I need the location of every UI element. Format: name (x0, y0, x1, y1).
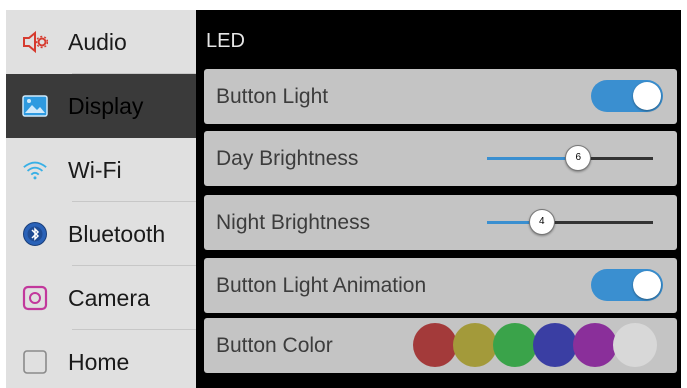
button-light-animation-label: Button Light Animation (216, 274, 427, 297)
night-brightness-row: Night Brightness 4 (204, 195, 677, 250)
sidebar-item-wifi[interactable]: Wi-Fi (6, 138, 196, 202)
button-light-toggle[interactable] (591, 80, 663, 112)
toggle-knob (633, 82, 661, 110)
color-swatches (413, 323, 657, 367)
sidebar-item-label: Audio (68, 28, 127, 55)
sidebar-item-label: Bluetooth (68, 220, 166, 247)
color-swatch-1[interactable] (453, 323, 497, 367)
sidebar-item-audio[interactable]: Audio (6, 10, 196, 74)
button-light-row: Button Light (204, 69, 677, 124)
sidebar-item-display[interactable]: Display (6, 74, 196, 138)
color-swatch-3[interactable] (533, 323, 577, 367)
sidebar: Audio Display Wi-Fi Bluetooth Camera Hom… (6, 10, 196, 388)
day-brightness-label: Day Brightness (216, 147, 359, 170)
main-panel: LED Button Light Day Brightness 6 Night … (196, 10, 681, 388)
sidebar-item-label: Home (68, 348, 130, 375)
button-color-row: Button Color (204, 318, 677, 373)
speaker-gear-icon (22, 29, 48, 55)
button-light-animation-toggle[interactable] (591, 269, 663, 301)
sidebar-item-label: Wi-Fi (68, 156, 122, 183)
day-brightness-row: Day Brightness 6 (204, 131, 677, 186)
color-swatch-0[interactable] (413, 323, 457, 367)
bluetooth-icon (22, 221, 48, 247)
button-color-label: Button Color (216, 334, 333, 357)
sidebar-item-label: Camera (68, 284, 150, 311)
color-swatch-5[interactable] (613, 323, 657, 367)
image-icon (22, 93, 48, 119)
sidebar-item-bluetooth[interactable]: Bluetooth (6, 202, 196, 266)
color-swatch-4[interactable] (573, 323, 617, 367)
button-light-animation-row: Button Light Animation (204, 258, 677, 313)
section-title: LED (206, 30, 245, 52)
slider-thumb[interactable]: 4 (528, 209, 555, 235)
night-brightness-slider[interactable]: 4 (487, 209, 653, 235)
square-icon (22, 349, 48, 375)
color-swatch-2[interactable] (493, 323, 537, 367)
sidebar-item-label: Display (68, 92, 144, 119)
toggle-knob (633, 271, 661, 299)
sidebar-item-home[interactable]: Home (6, 330, 196, 388)
settings-window: Audio Display Wi-Fi Bluetooth Camera Hom… (6, 10, 681, 388)
day-brightness-slider[interactable]: 6 (487, 145, 653, 171)
wifi-icon (22, 157, 48, 183)
button-light-label: Button Light (216, 85, 329, 108)
night-brightness-label: Night Brightness (216, 211, 371, 234)
camera-icon (22, 285, 48, 311)
sidebar-item-camera[interactable]: Camera (6, 266, 196, 330)
slider-thumb[interactable]: 6 (565, 145, 592, 171)
